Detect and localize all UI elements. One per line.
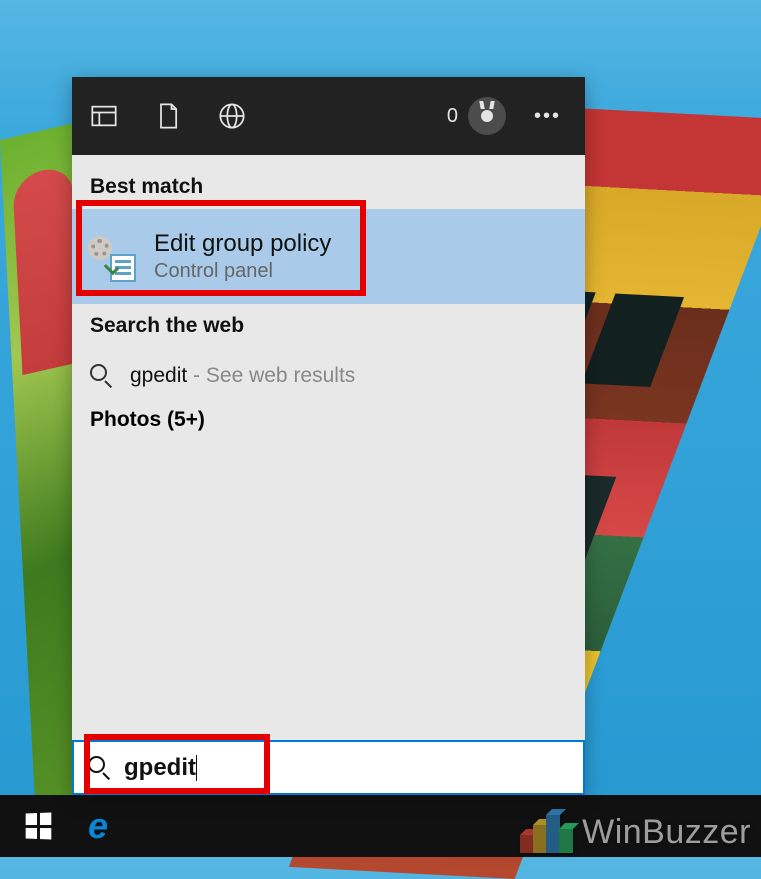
search-icon: [90, 364, 114, 388]
text-caret: [196, 755, 197, 781]
watermark-logo-icon: [520, 811, 574, 853]
web-filter-icon[interactable]: [218, 102, 246, 130]
medal-icon: [468, 97, 506, 135]
web-suffix: - See web results: [187, 364, 355, 387]
watermark-text: WinBuzzer: [582, 813, 751, 852]
start-button[interactable]: [8, 795, 68, 857]
score-value: 0: [447, 105, 458, 128]
windows-logo-icon: [26, 812, 52, 839]
search-filter-bar: 0 •••: [72, 77, 585, 155]
web-search-result[interactable]: gpedit - See web results: [72, 348, 585, 396]
photos-heading[interactable]: Photos (5+): [72, 396, 585, 444]
search-input[interactable]: gpedit: [72, 740, 585, 795]
result-subtitle: Control panel: [154, 260, 331, 283]
start-search-panel: 0 ••• Best match Edit group policy Contr…: [72, 77, 585, 795]
search-icon: [88, 756, 112, 780]
best-match-result[interactable]: Edit group policy Control panel: [72, 209, 585, 304]
web-term: gpedit: [130, 364, 187, 387]
group-policy-icon: [90, 238, 132, 280]
search-results-body: Best match Edit group policy Control pan…: [72, 155, 585, 740]
apps-filter-icon[interactable]: [90, 102, 118, 130]
documents-filter-icon[interactable]: [154, 102, 182, 130]
more-options-icon[interactable]: •••: [534, 105, 561, 128]
edge-browser-button[interactable]: e: [68, 795, 128, 857]
result-title: Edit group policy: [154, 230, 331, 258]
watermark: WinBuzzer: [520, 811, 751, 853]
search-value: gpedit: [124, 754, 196, 781]
best-match-heading: Best match: [72, 165, 585, 209]
edge-icon: e: [88, 805, 108, 847]
search-web-heading: Search the web: [72, 304, 585, 348]
rewards-score[interactable]: 0: [447, 97, 506, 135]
